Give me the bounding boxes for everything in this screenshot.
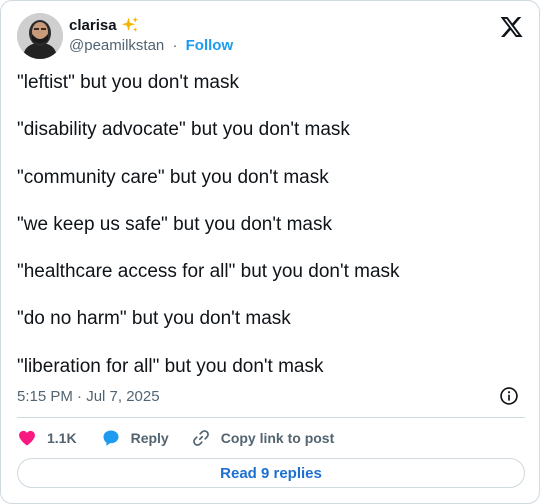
read-replies-button[interactable]: Read 9 replies (17, 458, 525, 488)
like-count: 1.1K (47, 430, 77, 446)
copy-link-button[interactable]: Copy link to post (191, 428, 335, 448)
tweet-line: "leftist" but you don't mask (17, 72, 239, 93)
reply-bubble-icon (103, 430, 119, 446)
user-handle[interactable]: @peamilkstan (69, 37, 164, 54)
info-icon[interactable] (499, 386, 519, 406)
heart-icon (19, 430, 35, 446)
action-bar: 1.1K Reply Copy link to post (17, 426, 334, 450)
display-name-row[interactable]: clarisa (69, 16, 139, 34)
tweet-line: "do no harm" but you don't mask (17, 308, 291, 330)
x-logo-icon[interactable] (499, 15, 523, 39)
handle-row: @peamilkstan · Follow (69, 37, 233, 54)
avatar[interactable] (17, 13, 63, 59)
divider (17, 417, 525, 418)
sparkles-icon (121, 16, 138, 32)
display-name[interactable]: clarisa (69, 17, 117, 34)
tweet-line: "disability advocate" but you don't mask (17, 119, 350, 141)
link-icon (192, 430, 209, 446)
tweet-line: "liberation for all" but you don't mask (17, 355, 324, 377)
copy-link-label: Copy link to post (220, 430, 335, 446)
tweet-text: "leftist" but you don't mask "disability… (17, 71, 517, 402)
reply-button[interactable]: Reply (101, 428, 169, 448)
like-button[interactable]: 1.1K (17, 428, 77, 448)
tweet-line: "healthcare access for all" but you don'… (17, 261, 400, 283)
tweet-line: "we keep us safe" but you don't mask (17, 213, 332, 235)
follow-button[interactable]: Follow (186, 37, 234, 54)
reply-label: Reply (130, 430, 169, 446)
tweet-timestamp[interactable]: 5:15 PM · Jul 7, 2025 (17, 388, 160, 405)
read-replies-label: Read 9 replies (220, 464, 322, 482)
tweet-header: clarisa @peamilkstan · Follow (17, 13, 525, 61)
tweet-card: clarisa @peamilkstan · Follow "leftist" … (0, 0, 540, 504)
tweet-meta: 5:15 PM · Jul 7, 2025 (17, 386, 525, 408)
separator-dot: · (172, 37, 178, 54)
tweet-line: "community care" but you don't mask (17, 166, 329, 188)
avatar-image (17, 13, 63, 59)
